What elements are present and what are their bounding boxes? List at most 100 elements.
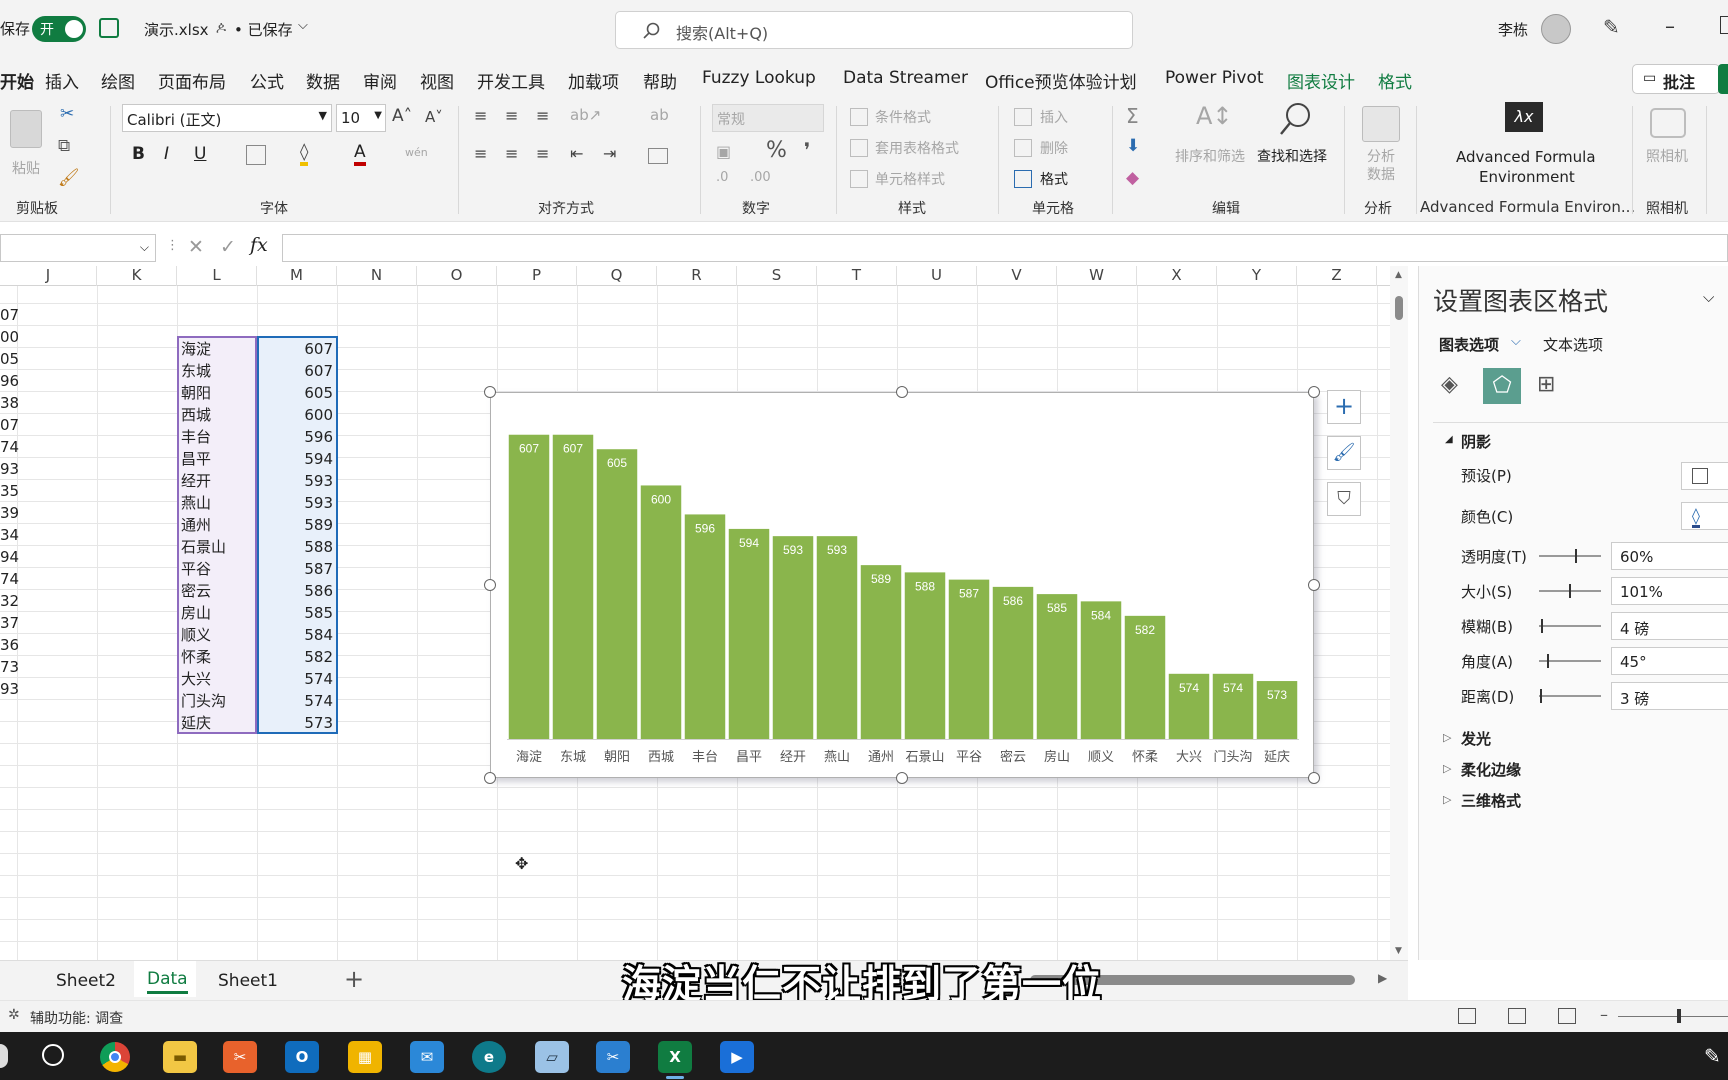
add-sheet-icon[interactable]: +	[344, 965, 364, 993]
section-soft-edges[interactable]: 柔化边缘	[1461, 759, 1521, 780]
size-properties-icon[interactable]: ⊞	[1537, 372, 1555, 397]
resize-handle[interactable]	[484, 579, 496, 591]
grow-font-icon[interactable]: A˄	[392, 106, 412, 126]
bar[interactable]	[508, 434, 550, 739]
blur-slider[interactable]	[1539, 619, 1601, 633]
table-cell[interactable]: 05	[0, 348, 19, 370]
bar[interactable]	[728, 528, 770, 739]
tab-addins[interactable]: 加载项	[568, 68, 619, 93]
resize-handle[interactable]	[1308, 772, 1320, 784]
value-cell[interactable]: 607	[257, 338, 333, 360]
value-cell[interactable]: 589	[257, 514, 333, 536]
bar[interactable]	[816, 536, 858, 739]
blur-input[interactable]: 4 磅	[1611, 612, 1728, 640]
sheet-tab-active[interactable]: Data	[147, 969, 188, 994]
tab-power-pivot[interactable]: Power Pivot	[1165, 68, 1264, 88]
chart-elements-button[interactable]: +	[1327, 390, 1361, 424]
mail-icon[interactable]: ✉	[410, 1041, 444, 1073]
format-as-table-button[interactable]: 套用表格格式	[875, 138, 959, 158]
table-cell[interactable]: 93	[0, 458, 19, 480]
tab-format[interactable]: 格式	[1378, 68, 1412, 93]
district-cell[interactable]: 东城	[181, 360, 211, 382]
column-header[interactable]: L	[177, 266, 257, 286]
chart-filters-button[interactable]: ⛉	[1327, 482, 1361, 516]
save-icon[interactable]	[99, 18, 119, 38]
bar[interactable]	[948, 579, 990, 739]
border-icon[interactable]	[246, 145, 266, 165]
district-cell[interactable]: 昌平	[181, 448, 211, 470]
district-cell[interactable]: 通州	[181, 514, 211, 536]
value-cell[interactable]: 586	[257, 580, 333, 602]
district-cell[interactable]: 平谷	[181, 558, 211, 580]
font-size-select[interactable]: 10 ▼	[336, 104, 386, 132]
pen-icon[interactable]: ✎	[1603, 15, 1620, 39]
align-left-icon[interactable]: ≡	[474, 144, 487, 163]
table-cell[interactable]: 38	[0, 392, 19, 414]
expand-triangle-icon[interactable]: ◢	[1445, 434, 1453, 445]
section-3d-format[interactable]: 三维格式	[1461, 790, 1521, 811]
tab-home[interactable]: 开始	[0, 68, 34, 93]
size-slider[interactable]	[1539, 584, 1601, 598]
scroll-thumb[interactable]	[1395, 296, 1403, 320]
paste-button[interactable]: 粘贴	[6, 106, 46, 186]
bar[interactable]	[552, 434, 594, 739]
cell-styles-button[interactable]: 单元格样式	[875, 169, 945, 189]
scroll-down-icon[interactable]: ▼	[1395, 946, 1402, 956]
orientation-icon[interactable]: ab↗	[570, 106, 601, 124]
edge-icon[interactable]: e	[472, 1041, 506, 1073]
column-header[interactable]: X	[1137, 266, 1217, 286]
table-cell[interactable]: 34	[0, 524, 19, 546]
cancel-icon[interactable]: ✕	[188, 236, 204, 258]
sheet-tab[interactable]: Sheet2	[56, 971, 116, 991]
size-input[interactable]: 101%	[1611, 577, 1728, 605]
user-name[interactable]: 李栋	[1498, 19, 1528, 40]
column-header[interactable]: R	[657, 266, 737, 286]
delete-cells-button[interactable]: 删除	[1040, 138, 1068, 158]
column-header[interactable]: M	[257, 266, 337, 286]
value-cell[interactable]: 587	[257, 558, 333, 580]
copy-icon[interactable]: ⧉	[58, 136, 70, 156]
clear-icon[interactable]: ◆	[1126, 168, 1139, 188]
effects-icon[interactable]: ⬠	[1483, 368, 1521, 404]
district-cell[interactable]: 延庆	[181, 712, 211, 734]
resize-handle[interactable]	[896, 386, 908, 398]
file-explorer-icon[interactable]: ▬	[163, 1041, 197, 1073]
analyze-data-button[interactable]: 分析数据	[1366, 148, 1396, 184]
value-cell[interactable]: 605	[257, 382, 333, 404]
currency-icon[interactable]: ▣	[716, 142, 731, 161]
cut-icon[interactable]: ✂	[60, 104, 74, 124]
chevron-down-icon[interactable]: ⌵	[1511, 334, 1521, 349]
percent-icon[interactable]: %	[766, 138, 787, 163]
slider-thumb[interactable]	[1546, 654, 1549, 668]
column-header[interactable]: T	[817, 266, 897, 286]
transparency-input[interactable]: 60%	[1611, 542, 1728, 570]
insert-cells-button[interactable]: 插入	[1040, 107, 1068, 127]
slider-thumb[interactable]	[1541, 619, 1544, 633]
district-cell[interactable]: 石景山	[181, 536, 226, 558]
number-format-select[interactable]: 常规	[712, 104, 824, 132]
decrease-indent-icon[interactable]: ⇤	[570, 144, 583, 163]
bar[interactable]	[684, 514, 726, 739]
wrap-text-icon[interactable]: ab	[650, 106, 669, 124]
shrink-font-icon[interactable]: A˅	[425, 108, 443, 126]
chevron-down-icon[interactable]: ⌵	[298, 18, 308, 33]
bar-chart[interactable]: 607 海淀 607 东城 605 朝阳 600 西城 596 丰台 594 昌平 593 经开 593 燕山…	[491, 393, 1315, 779]
section-glow[interactable]: 发光	[1461, 728, 1491, 749]
district-cell[interactable]: 燕山	[181, 492, 211, 514]
value-cell[interactable]: 584	[257, 624, 333, 646]
file-name[interactable]: 演示.xlsx	[144, 19, 209, 40]
value-cell[interactable]: 593	[257, 492, 333, 514]
store-icon[interactable]: ▦	[348, 1041, 382, 1073]
sort-filter-button[interactable]: 排序和筛选	[1175, 146, 1245, 166]
font-name-select[interactable]: Calibri (正文) ▼	[122, 104, 332, 132]
bar[interactable]	[772, 536, 814, 739]
italic-button[interactable]: I	[164, 144, 169, 164]
value-cell[interactable]: 607	[257, 360, 333, 382]
afe-button-line2[interactable]: Environment	[1479, 168, 1575, 186]
start-icon[interactable]	[0, 1044, 8, 1068]
table-cell[interactable]: 07	[0, 414, 19, 436]
district-cell[interactable]: 西城	[181, 404, 211, 426]
bold-button[interactable]: B	[132, 144, 145, 164]
resize-handle[interactable]	[1308, 579, 1320, 591]
column-header[interactable]: N	[337, 266, 417, 286]
